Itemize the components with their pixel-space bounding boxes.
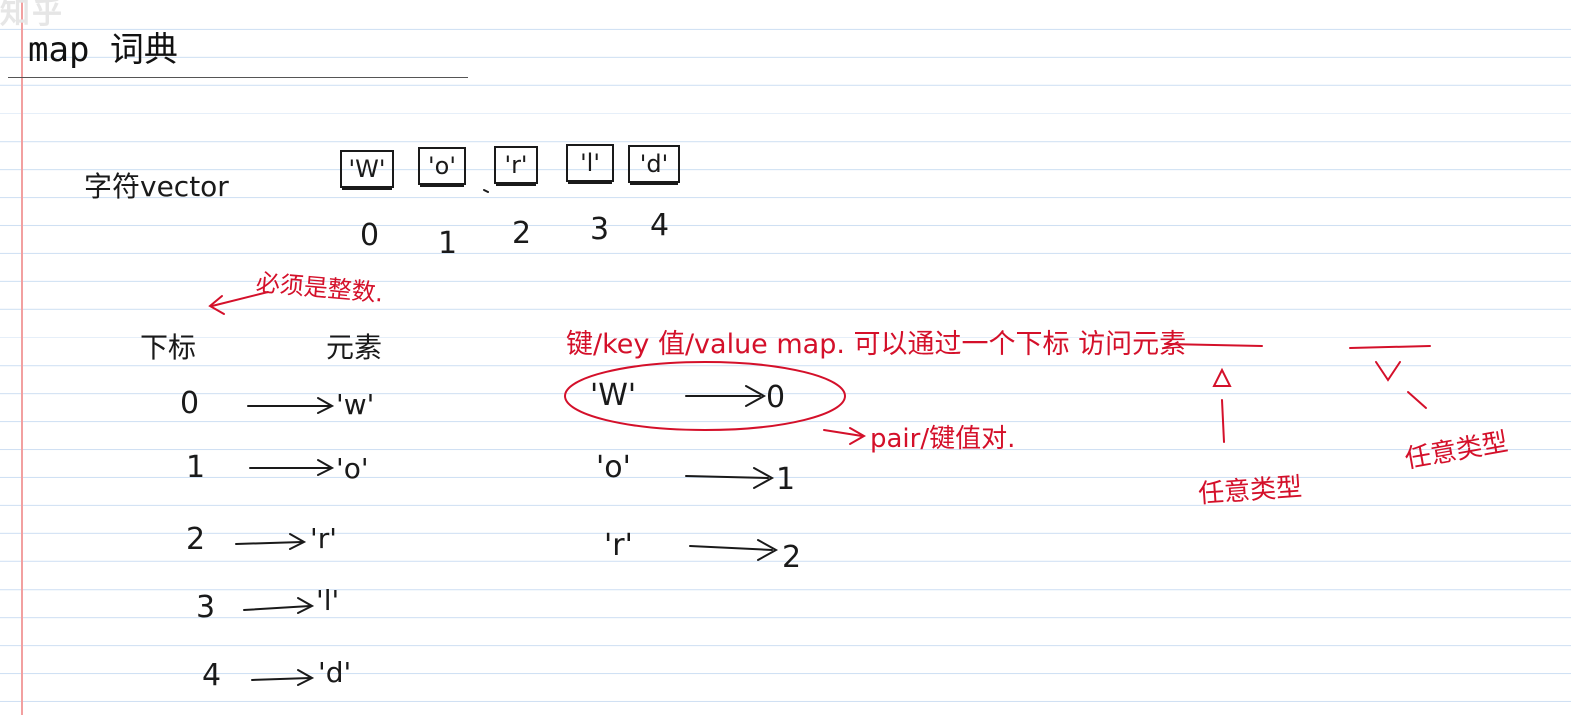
- arrow-left-row-0: [247, 397, 335, 414]
- ink-strokes: [208, 189, 1431, 686]
- underline-element: [1349, 345, 1431, 349]
- arrow-left-row-1: [249, 459, 335, 476]
- caret-element: [1375, 361, 1401, 382]
- line-element: [1407, 391, 1427, 409]
- arrow-left-row-3: [243, 597, 315, 614]
- arrow-map-row-0: [685, 385, 767, 407]
- arrow-to-pair: [823, 427, 867, 445]
- line-subscript: [1221, 399, 1225, 443]
- underline-subscript: [1165, 343, 1263, 347]
- triangle-subscript: [1212, 367, 1232, 387]
- arrow-left-row-2: [235, 533, 307, 550]
- arrow-map-row-2: [689, 539, 779, 561]
- arrow-left-row-4: [251, 669, 315, 686]
- arrow-to-note: [208, 291, 269, 315]
- dot-mark: [483, 189, 489, 193]
- arrow-map-row-1: [685, 467, 775, 489]
